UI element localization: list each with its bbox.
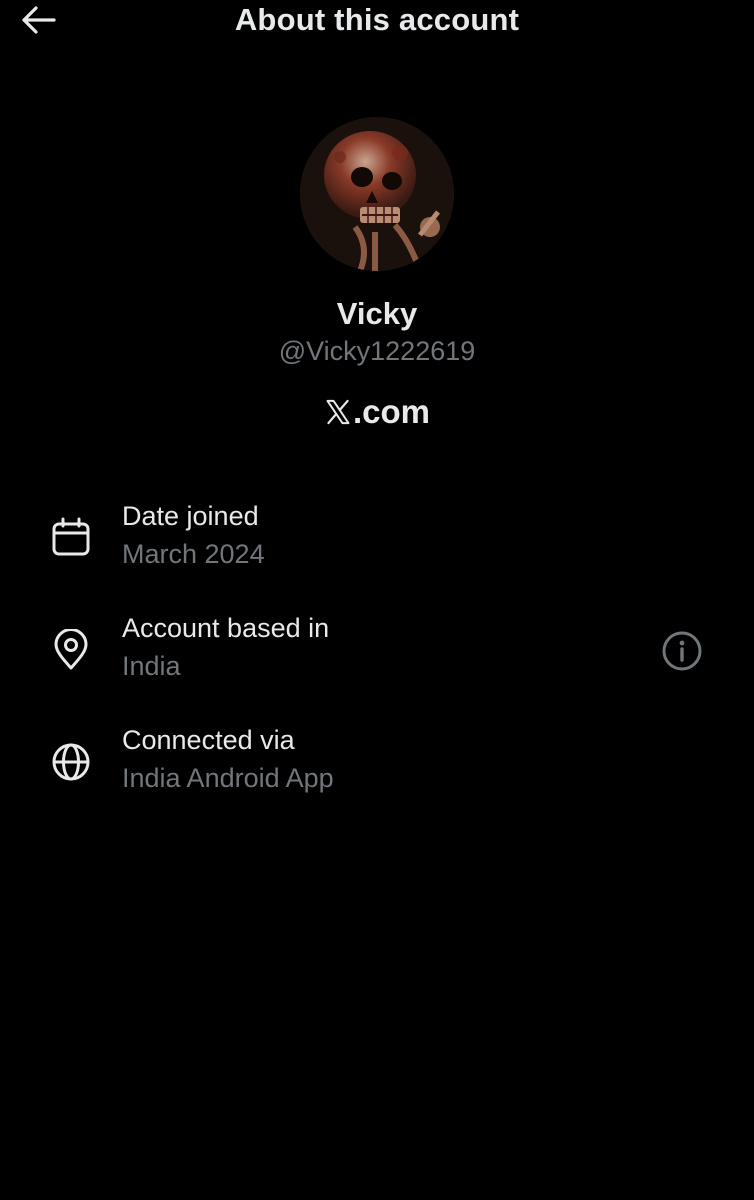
location-pin-icon <box>54 629 88 670</box>
detail-value: India <box>122 651 181 681</box>
brand-domain-text: .com <box>352 393 431 430</box>
globe-icon <box>52 743 90 781</box>
username-handle: @Vicky1222619 <box>278 336 476 366</box>
info-icon[interactable] <box>660 629 704 673</box>
display-name: Vicky <box>336 296 418 331</box>
detail-value: India Android App <box>122 763 334 793</box>
detail-title: Date joined <box>122 501 259 531</box>
avatar[interactable] <box>300 117 454 271</box>
detail-title: Connected via <box>122 725 295 755</box>
calendar-icon <box>52 517 90 556</box>
detail-row-connected-via: Connected via India Android App <box>0 725 754 805</box>
detail-row-date-joined: Date joined March 2024 <box>0 501 754 581</box>
x-logo-icon <box>326 399 350 425</box>
detail-title: Account based in <box>122 613 330 643</box>
detail-row-account-based-in: Account based in India <box>0 613 754 693</box>
brand-label: .com <box>0 393 754 431</box>
skeleton-avatar-image <box>300 117 454 271</box>
header-bar: About this account <box>0 0 754 44</box>
page-title: About this account <box>234 2 520 37</box>
detail-value: March 2024 <box>122 539 265 569</box>
